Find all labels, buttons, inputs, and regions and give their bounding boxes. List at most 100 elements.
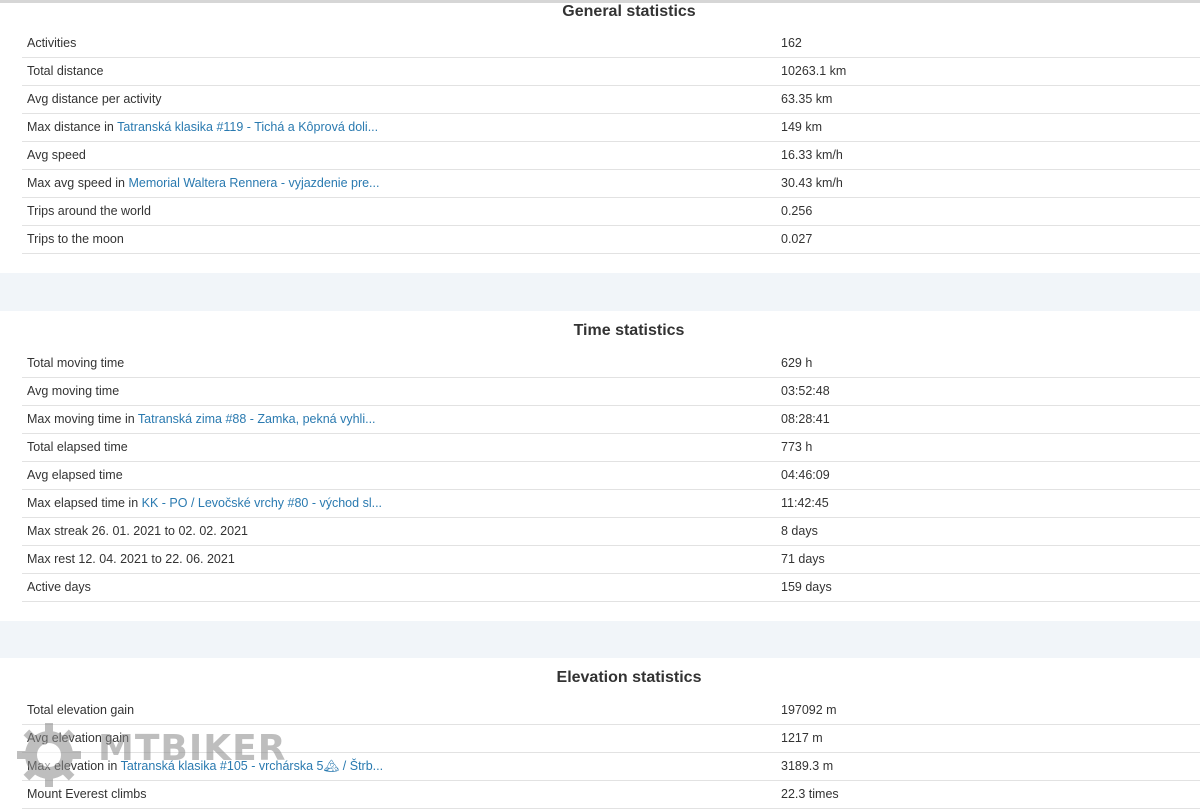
stat-label: Total elapsed time	[27, 434, 128, 461]
general-statistics-panel: General statistics Activities 162 Total di…	[0, 3, 1200, 273]
stat-row: Avg moving time 03:52:48	[22, 378, 1200, 406]
stat-value: 0.027	[781, 232, 813, 246]
stat-label: Avg elapsed time	[27, 462, 123, 489]
stat-label-text: Avg speed	[27, 148, 86, 162]
stat-value: 71 days	[781, 552, 825, 566]
stat-row: Max avg speed in Memorial Waltera Renner…	[22, 170, 1200, 198]
stat-value: 22.3 times	[781, 787, 839, 801]
stat-value: 8 days	[781, 524, 818, 538]
time-statistics-panel: Time statistics Total moving time 629 h Av…	[0, 311, 1200, 621]
activity-link[interactable]: KK - PO / Levočské vrchy #80 - východ sl…	[142, 496, 382, 510]
stat-label: Trips around the world	[27, 198, 151, 225]
activity-link[interactable]: Tatranská klasika #105 - vrchárska 5🏔 / …	[121, 759, 384, 773]
elevation-statistics-panel: Elevation statistics Total elevation gai…	[0, 658, 1200, 809]
stat-label: Total moving time	[27, 350, 124, 377]
stat-label-text: Max elapsed time in	[27, 496, 142, 510]
stat-label: Max streak 26. 01. 2021 to 02. 02. 2021	[27, 518, 248, 545]
stat-row: Avg elevation gain 1217 m	[22, 725, 1200, 753]
stat-label: Avg moving time	[27, 378, 119, 405]
stat-label: Activities	[27, 30, 76, 57]
stat-row: Total elapsed time 773 h	[22, 434, 1200, 462]
activity-link[interactable]: Tatranská klasika #119 - Tichá a Kôprová…	[117, 120, 378, 134]
stat-row: Max elapsed time in KK - PO / Levočské v…	[22, 490, 1200, 518]
stat-label-text: Mount Everest climbs	[27, 787, 147, 801]
stat-label-text: Total moving time	[27, 356, 125, 370]
stat-label-text: Max avg speed in	[27, 176, 129, 190]
stat-label-text: Total elapsed time	[27, 440, 128, 454]
stat-label: Avg distance per activity	[27, 86, 162, 113]
stat-value: 1217 m	[781, 731, 823, 745]
stat-label: Active days	[27, 574, 91, 601]
stat-value: 11:42:45	[781, 496, 829, 510]
stat-label-text: Avg distance per activity	[27, 92, 162, 106]
stat-label-text: Max streak 26. 01. 2021 to 02. 02. 2021	[27, 524, 248, 538]
section-gap	[0, 621, 1200, 658]
stat-label-text: Max elevation in	[27, 759, 121, 773]
activity-link[interactable]: Memorial Waltera Rennera - vyjazdenie pr…	[128, 176, 379, 190]
stat-value: 04:46:09	[781, 468, 830, 482]
stat-row: Max streak 26. 01. 2021 to 02. 02. 2021 8…	[22, 518, 1200, 546]
stat-value: 30.43 km/h	[781, 176, 843, 190]
stat-value: 16.33 km/h	[781, 148, 843, 162]
stat-row: Active days 159 days	[22, 574, 1200, 602]
stat-row: Total elevation gain 197092 m	[22, 697, 1200, 725]
stat-label: Total elevation gain	[27, 697, 134, 724]
stat-value: 149 km	[781, 120, 822, 134]
stat-label-text: Max distance in	[27, 120, 118, 134]
stat-row: Trips around the world 0.256	[22, 198, 1200, 226]
stat-label: Mount Everest climbs	[27, 781, 146, 808]
stat-label-text: Activities	[27, 36, 77, 50]
stat-label-text: Avg elevation gain	[27, 731, 129, 745]
stat-row: Max rest 12. 04. 2021 to 22. 06. 2021 71 …	[22, 546, 1200, 574]
stat-label: Total distance	[27, 58, 103, 85]
stat-label: Max avg speed in Memorial Waltera Renner…	[27, 170, 379, 197]
stat-label: Max rest 12. 04. 2021 to 22. 06. 2021	[27, 546, 235, 573]
stat-label: Avg speed	[27, 142, 86, 169]
stat-label-text: Max moving time in	[27, 412, 138, 426]
stat-row: Avg distance per activity 63.35 km	[22, 86, 1200, 114]
stat-row: Max moving time in Tatranská zima #88 - …	[22, 406, 1200, 434]
stat-row: Avg speed 16.33 km/h	[22, 142, 1200, 170]
stat-label: Trips to the moon	[27, 226, 124, 253]
stat-label: Max distance in Tatranská klasika #119 -…	[27, 114, 378, 141]
stat-label: Max moving time in Tatranská zima #88 - …	[27, 406, 376, 433]
stat-label: Avg elevation gain	[27, 725, 129, 752]
stat-label-text: Active days	[27, 580, 91, 594]
stat-value: 0.256	[781, 204, 813, 218]
stat-value: 3189.3 m	[781, 759, 834, 773]
stat-label-text: Avg moving time	[27, 384, 120, 398]
stat-value: 03:52:48	[781, 384, 830, 398]
stat-row: Total moving time 629 h	[22, 350, 1200, 378]
time-statistics-title: Time statistics	[573, 322, 685, 339]
stat-value: 63.35 km	[781, 92, 833, 106]
stat-label: Max elevation in Tatranská klasika #105 …	[27, 753, 383, 780]
general-statistics-rows: Activities 162 Total distance 10263.1 km Avg…	[22, 30, 1200, 254]
stat-value: 10263.1 km	[781, 64, 847, 78]
stat-label-text: Trips around the world	[27, 204, 151, 218]
stat-label-text: Avg elapsed time	[27, 468, 123, 482]
stat-value: 159 days	[781, 580, 832, 594]
time-statistics-rows: Total moving time 629 h Avg moving time 03:…	[22, 350, 1200, 602]
stat-label-text: Max rest 12. 04. 2021 to 22. 06. 2021	[27, 552, 235, 566]
activity-link[interactable]: Tatranská zima #88 - Zamka, pekná vyhli.…	[138, 412, 376, 426]
general-statistics-title: General statistics	[562, 3, 696, 20]
stat-row: Total distance 10263.1 km	[22, 58, 1200, 86]
stat-value: 773 h	[781, 440, 813, 454]
stat-row: Max elevation in Tatranská klasika #105 …	[22, 753, 1200, 781]
stat-value: 197092 m	[781, 703, 837, 717]
stat-label-text: Trips to the moon	[27, 232, 124, 246]
elevation-statistics-title: Elevation statistics	[556, 669, 702, 686]
stat-label: Max elapsed time in KK - PO / Levočské v…	[27, 490, 382, 517]
stat-row: Mount Everest climbs 22.3 times	[22, 781, 1200, 809]
stat-row: Activities 162	[22, 30, 1200, 58]
stat-value: 08:28:41	[781, 412, 830, 426]
stat-row: Trips to the moon 0.027	[22, 226, 1200, 254]
stat-value: 629 h	[781, 356, 813, 370]
stat-label-text: Total elevation gain	[27, 703, 135, 717]
stat-row: Max distance in Tatranská klasika #119 -…	[22, 114, 1200, 142]
stat-label-text: Total distance	[27, 64, 104, 78]
section-gap	[0, 273, 1200, 311]
stat-row: Avg elapsed time 04:46:09	[22, 462, 1200, 490]
elevation-statistics-rows: Total elevation gain 197092 m Avg elevatio…	[22, 697, 1200, 809]
stat-value: 162	[781, 36, 802, 50]
